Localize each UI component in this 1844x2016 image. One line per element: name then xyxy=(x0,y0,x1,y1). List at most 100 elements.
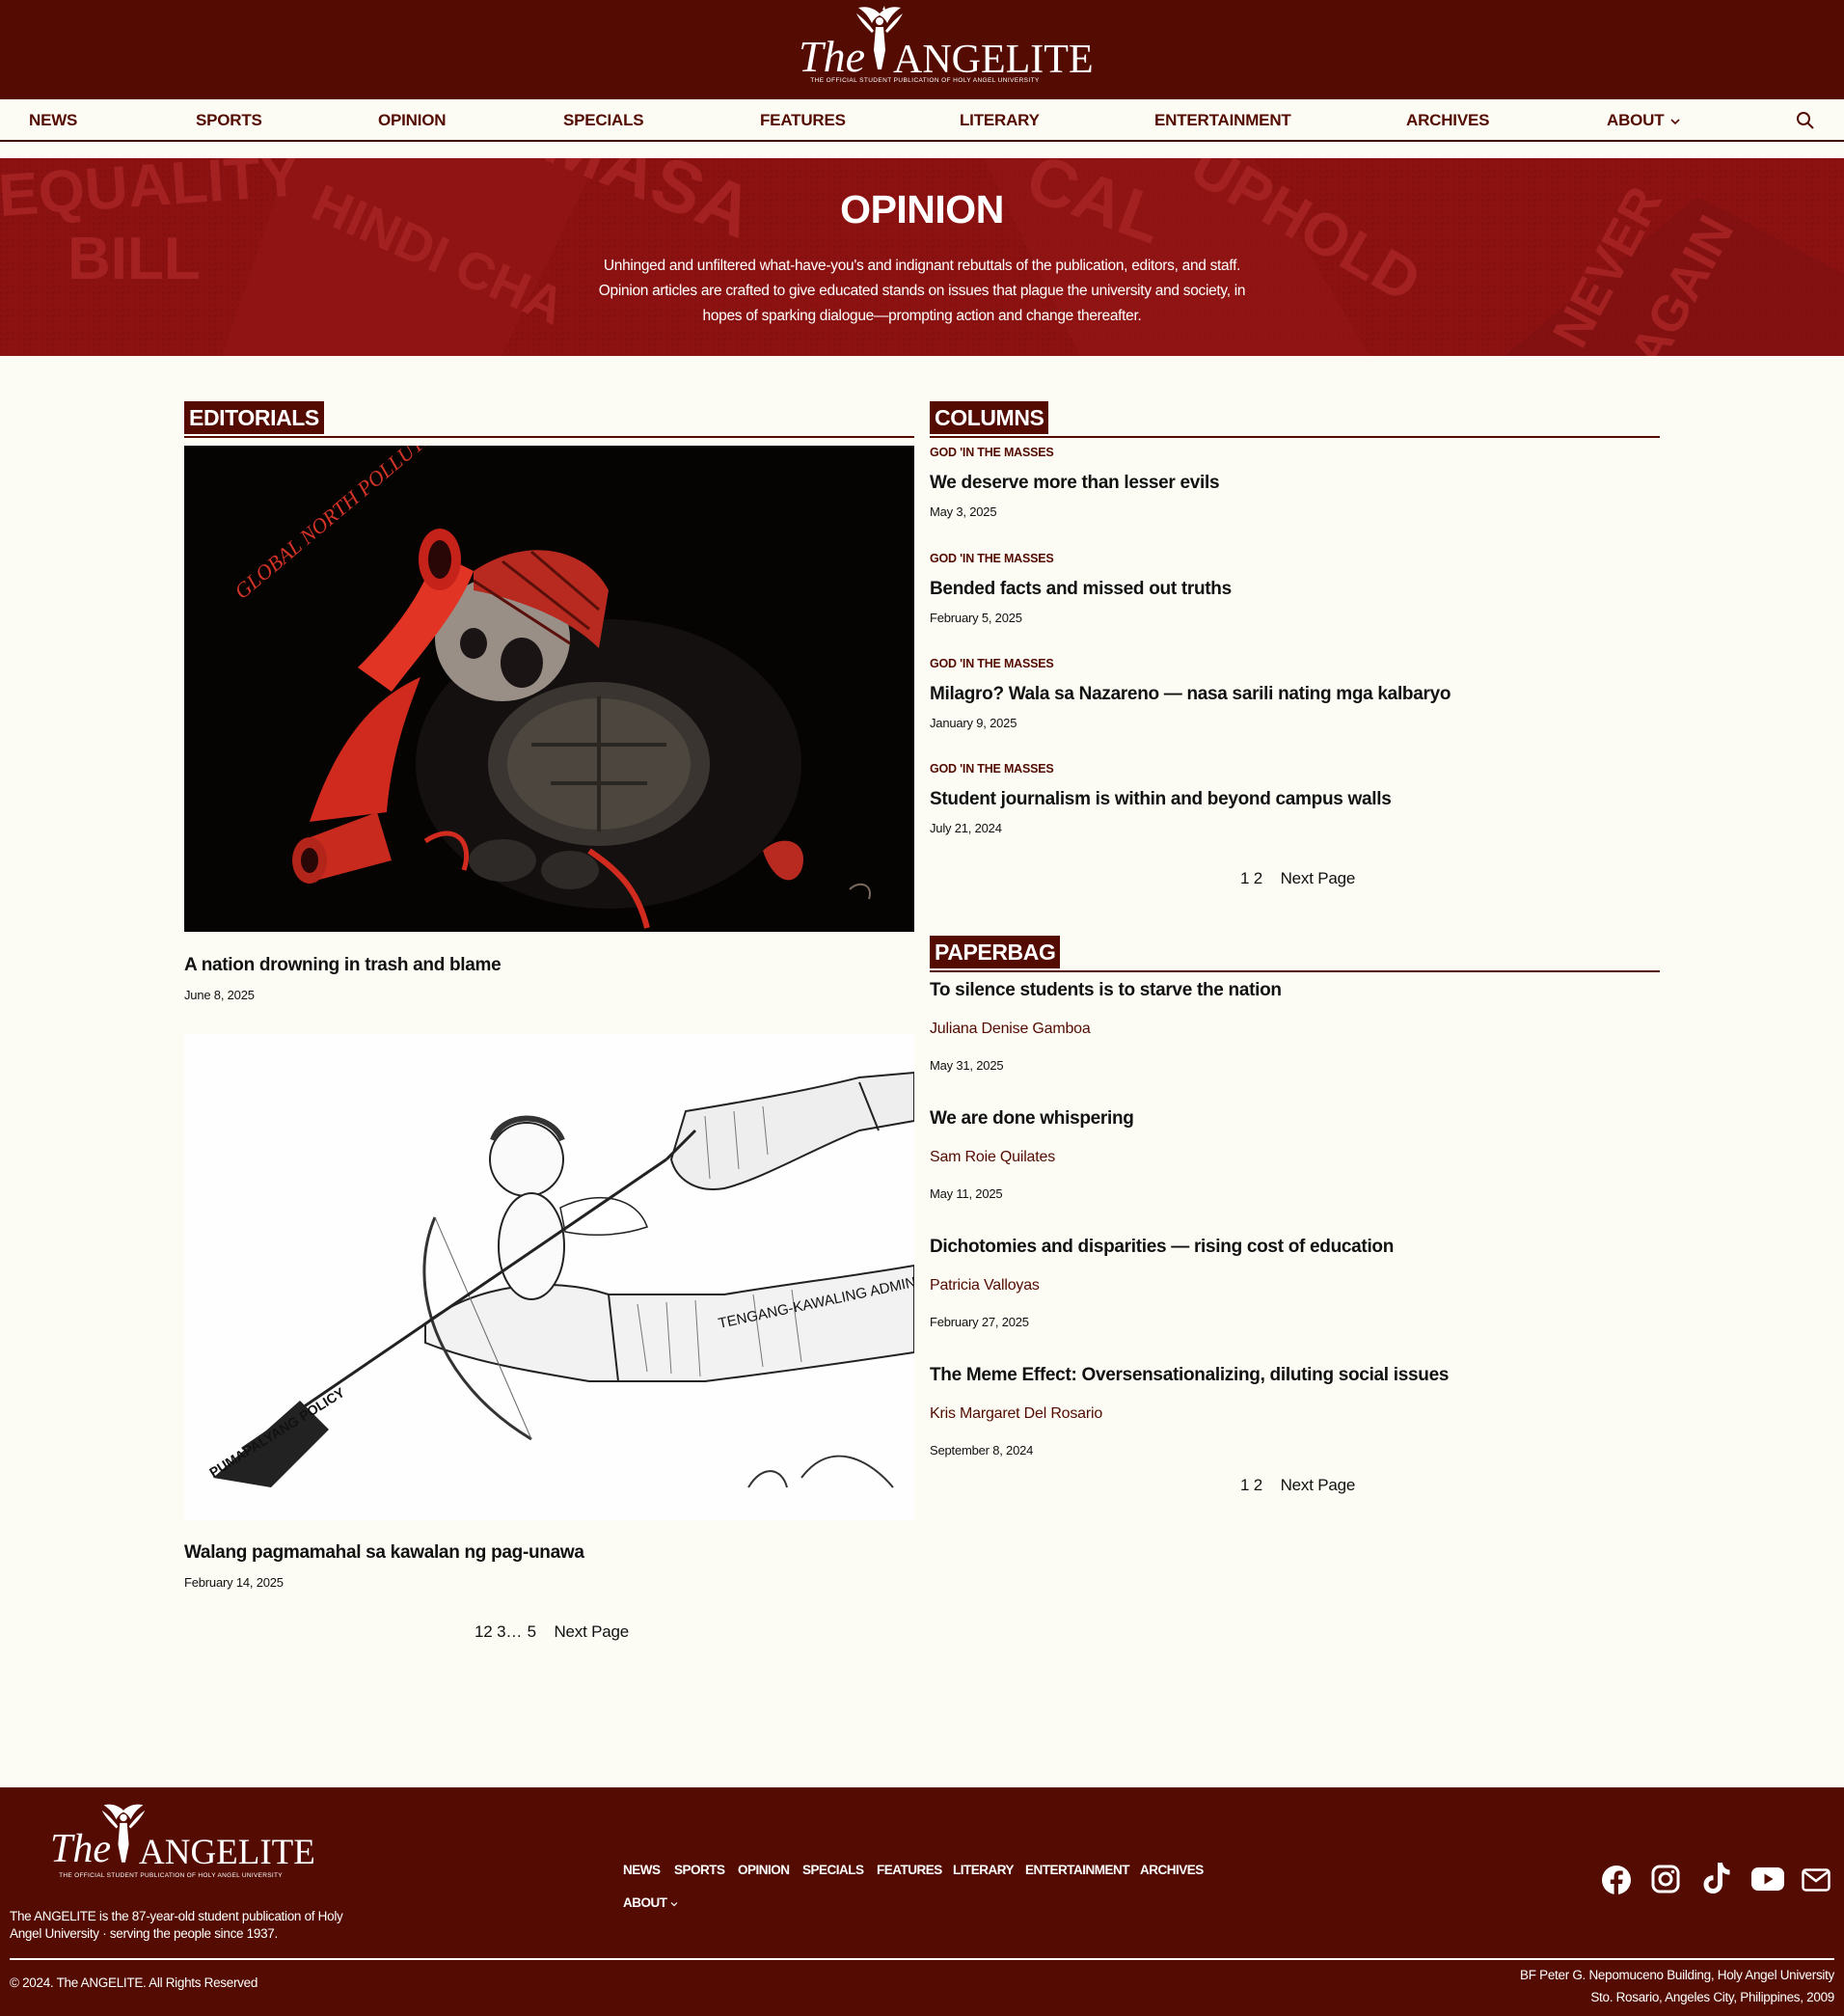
footer-nav-opinion[interactable]: OPINION xyxy=(738,1863,790,1877)
page-link-2[interactable]: 2 xyxy=(483,1622,492,1641)
footer-address: BF Peter G. Nepomuceno Building, Holy An… xyxy=(1520,1964,1834,2008)
paperbag-title-3[interactable]: Dichotomies and disparities — rising cos… xyxy=(930,1237,1394,1258)
paperbag-author-1[interactable]: Juliana Denise Gamboa xyxy=(930,1021,1091,1038)
nav-features[interactable]: FEATURES xyxy=(760,111,846,130)
page-ellipsis: … xyxy=(505,1622,523,1641)
column-date-1: May 3, 2025 xyxy=(930,504,997,519)
footer-nav-news[interactable]: NEWS xyxy=(623,1863,661,1877)
columns-heading-label: COLUMNS xyxy=(930,401,1049,434)
paperbag-heading-label: PAPERBAG xyxy=(930,936,1061,968)
facebook-icon xyxy=(1602,1866,1631,1894)
paperbag-author-2[interactable]: Sam Roie Quilates xyxy=(930,1149,1055,1166)
mail-link[interactable] xyxy=(1802,1868,1830,1896)
opinion-hero: EQUALITY BILL HINDI CHA MASA UPHOLD CAL … xyxy=(0,158,1844,356)
editorials-heading: EDITORIALS xyxy=(184,401,914,438)
next-page-link[interactable]: Next Page xyxy=(1281,869,1356,887)
footer-logo-name: ANGELITE xyxy=(139,1833,315,1872)
footer-nav-features[interactable]: FEATURES xyxy=(877,1863,942,1877)
editorials-heading-label: EDITORIALS xyxy=(184,401,324,434)
column-date-2: February 5, 2025 xyxy=(930,611,1022,625)
editorial-date-2: February 14, 2025 xyxy=(184,1575,284,1590)
page-link-2[interactable]: 2 xyxy=(1254,1476,1262,1494)
column-title-4[interactable]: Student journalism is within and beyond … xyxy=(930,789,1392,810)
footer-divider xyxy=(10,1958,1834,1960)
editorial-illustration-cupid: PUMAPALYANG POLICY TENGANG-KAWALING ADMI… xyxy=(184,1034,914,1520)
nav-sports[interactable]: SPORTS xyxy=(196,111,262,130)
page-title: OPINION xyxy=(840,187,1004,232)
logo-name: ANGELITE xyxy=(893,38,1094,82)
footer-description: The ANGELITE is the 87-year-old student … xyxy=(10,1909,343,1941)
nav-literary[interactable]: LITERARY xyxy=(960,111,1040,130)
footer-nav-about-label: ABOUT xyxy=(623,1895,667,1910)
paperbag-title-4[interactable]: The Meme Effect: Oversensationalizing, d… xyxy=(930,1365,1449,1386)
paperbag-title-1[interactable]: To silence students is to starve the nat… xyxy=(930,980,1282,1001)
column-kicker-1[interactable]: GOD 'IN THE MASSES xyxy=(930,446,1054,459)
page-link-1[interactable]: 1 xyxy=(1240,1476,1249,1494)
footer-nav-archives[interactable]: ARCHIVES xyxy=(1140,1863,1204,1877)
youtube-link[interactable] xyxy=(1751,1866,1784,1896)
column-date-3: January 9, 2025 xyxy=(930,716,1017,730)
footer-nav-specials[interactable]: SPECIALS xyxy=(802,1863,864,1877)
tiktok-link[interactable] xyxy=(1701,1861,1732,1900)
footer-logo-tagline: THE OFFICIAL STUDENT PUBLICATION OF HOLY… xyxy=(59,1872,283,1879)
paperbag-author-3[interactable]: Patricia Valloyas xyxy=(930,1277,1040,1294)
nav-about-label: ABOUT xyxy=(1607,111,1665,129)
columns-pagination: 1 2 Next Page xyxy=(1240,869,1355,888)
facebook-link[interactable] xyxy=(1601,1865,1632,1900)
next-page-link[interactable]: Next Page xyxy=(1281,1476,1356,1494)
instagram-link[interactable] xyxy=(1651,1865,1680,1898)
logo-tagline: THE OFFICIAL STUDENT PUBLICATION OF HOLY… xyxy=(810,77,1040,84)
nav-about[interactable]: ABOUT xyxy=(1607,111,1680,130)
column-kicker-2[interactable]: GOD 'IN THE MASSES xyxy=(930,552,1054,565)
logo-the: The xyxy=(799,32,865,81)
column-date-4: July 21, 2024 xyxy=(930,821,1002,835)
footer-nav-about[interactable]: ABOUT xyxy=(623,1895,678,1910)
footer-nav-sports[interactable]: SPORTS xyxy=(674,1863,725,1877)
paperbag-date-4: September 8, 2024 xyxy=(930,1443,1034,1458)
page-link-2[interactable]: 2 xyxy=(1254,869,1262,887)
editorial-title-2[interactable]: Walang pagmamahal sa kawalan ng pag-unaw… xyxy=(184,1542,584,1564)
paperbag-date-1: May 31, 2025 xyxy=(930,1058,1004,1073)
paperbag-title-2[interactable]: We are done whispering xyxy=(930,1108,1134,1130)
footer-nav-entertainment[interactable]: ENTERTAINMENT xyxy=(1025,1863,1130,1877)
page-link-3[interactable]: 3 xyxy=(497,1622,505,1641)
site-logo[interactable]: The ANGELITE THE OFFICIAL STUDENT PUBLIC… xyxy=(797,6,1094,91)
page-link-5[interactable]: 5 xyxy=(528,1622,536,1641)
svg-text:BILL: BILL xyxy=(68,226,201,292)
page-link-1[interactable]: 1 xyxy=(475,1622,483,1641)
nav-news[interactable]: NEWS xyxy=(29,111,77,130)
mail-icon xyxy=(1802,1868,1830,1892)
nav-specials[interactable]: SPECIALS xyxy=(563,111,644,130)
page-link-1[interactable]: 1 xyxy=(1240,869,1249,887)
column-title-3[interactable]: Milagro? Wala sa Nazareno — nasa sarili … xyxy=(930,684,1451,705)
editorial-image-2[interactable]: PUMAPALYANG POLICY TENGANG-KAWALING ADMI… xyxy=(184,1034,914,1520)
column-kicker-4[interactable]: GOD 'IN THE MASSES xyxy=(930,762,1054,776)
footer-nav-literary[interactable]: LITERARY xyxy=(953,1863,1015,1877)
editorial-title-1[interactable]: A nation drowning in trash and blame xyxy=(184,955,502,976)
paperbag-author-4[interactable]: Kris Margaret Del Rosario xyxy=(930,1405,1102,1423)
chevron-down-icon xyxy=(1670,119,1680,125)
paperbag-date-2: May 11, 2025 xyxy=(930,1186,1003,1201)
site-footer: The ANGELITE THE OFFICIAL STUDENT PUBLIC… xyxy=(0,1787,1844,2016)
search-button[interactable] xyxy=(1796,111,1815,135)
editorial-image-1[interactable]: GLOBAL NORTH POLLUTERS xyxy=(184,446,914,932)
next-page-link[interactable]: Next Page xyxy=(554,1622,629,1641)
footer-logo[interactable]: The ANGELITE THE OFFICIAL STUDENT PUBLIC… xyxy=(48,1803,315,1880)
paperbag-heading: PAPERBAG xyxy=(930,936,1660,972)
nav-opinion[interactable]: OPINION xyxy=(378,111,447,130)
editorial-illustration-pollution: GLOBAL NORTH POLLUTERS xyxy=(184,446,914,932)
footer-address-line-1: BF Peter G. Nepomuceno Building, Holy An… xyxy=(1520,1968,1834,1982)
site-header: The ANGELITE THE OFFICIAL STUDENT PUBLIC… xyxy=(0,0,1844,99)
column-title-2[interactable]: Bended facts and missed out truths xyxy=(930,579,1232,600)
columns-heading: COLUMNS xyxy=(930,401,1660,438)
editorial-date-1: June 8, 2025 xyxy=(184,988,255,1002)
column-kicker-3[interactable]: GOD 'IN THE MASSES xyxy=(930,657,1054,670)
editorials-pagination: 12 3… 5 Next Page xyxy=(475,1622,629,1642)
nav-archives[interactable]: ARCHIVES xyxy=(1406,111,1489,130)
paperbag-pagination: 1 2 Next Page xyxy=(1240,1476,1355,1495)
column-title-1[interactable]: We deserve more than lesser evils xyxy=(930,473,1220,494)
search-icon xyxy=(1797,112,1814,129)
paperbag-date-3: February 27, 2025 xyxy=(930,1315,1029,1329)
footer-copyright: © 2024. The ANGELITE. All Rights Reserve… xyxy=(10,1975,258,1990)
nav-entertainment[interactable]: ENTERTAINMENT xyxy=(1154,111,1291,130)
